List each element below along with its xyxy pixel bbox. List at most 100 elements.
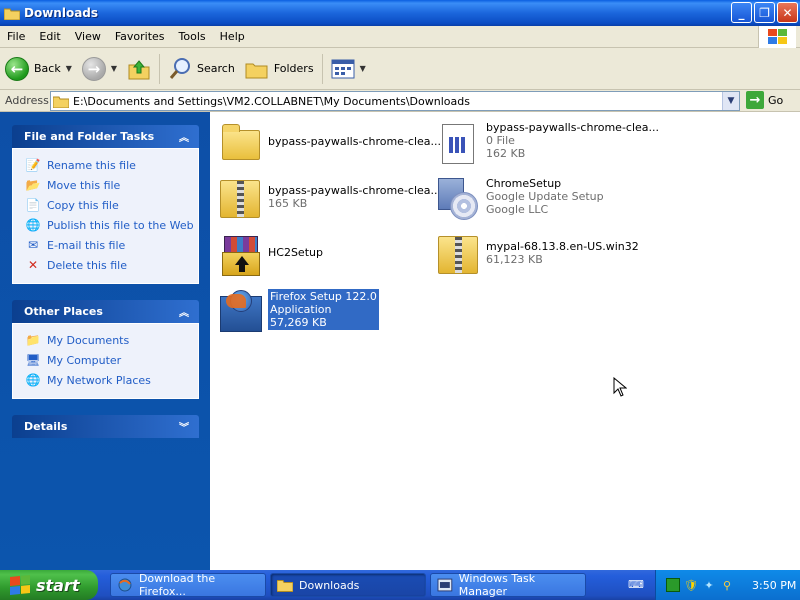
my-computer-icon: 🖥 xyxy=(25,353,41,367)
tray-search-icon[interactable]: ⚲ xyxy=(720,578,734,592)
chevron-down-icon[interactable]: ▼ xyxy=(111,64,117,73)
windows-flag-icon xyxy=(10,574,30,596)
start-button[interactable]: start xyxy=(0,570,98,600)
minimize-button[interactable]: _ xyxy=(731,2,752,23)
file-company: Google LLC xyxy=(486,203,549,216)
menu-file[interactable]: File xyxy=(0,30,32,43)
security-shield-icon[interactable]: 🛡 xyxy=(684,578,698,592)
back-button[interactable]: ← Back ▼ xyxy=(0,51,77,87)
task-label: Publish this file to the Web xyxy=(47,218,194,232)
file-item[interactable]: mypal-68.13.8.en-US.win32 61,123 KB xyxy=(434,230,639,278)
toolbar: ← Back ▼ → ▼ Search Folders ▼ xyxy=(0,48,800,90)
place-my-network[interactable]: 🌐 My Network Places xyxy=(25,370,198,390)
details-panel: Details ︾ xyxy=(12,415,199,438)
folders-icon xyxy=(245,63,268,78)
folder-icon xyxy=(216,120,264,168)
close-button[interactable]: ✕ xyxy=(777,2,798,23)
taskbar-button-firefox[interactable]: Download the Firefox... xyxy=(110,572,266,598)
chevron-down-icon[interactable]: ▼ xyxy=(66,64,72,73)
windows-logo-icon xyxy=(758,26,796,48)
task-label: Delete this file xyxy=(47,258,127,272)
taskbar-button-downloads[interactable]: Downloads xyxy=(270,573,426,597)
place-my-documents[interactable]: 📁 My Documents xyxy=(25,330,198,350)
menu-tools[interactable]: Tools xyxy=(172,30,213,43)
delete-x-icon: ✕ xyxy=(27,258,39,272)
task-copy[interactable]: 📄 Copy this file xyxy=(25,195,198,215)
forward-button[interactable]: → ▼ xyxy=(77,51,122,87)
taskbar-button-task-manager[interactable]: Windows Task Manager xyxy=(430,572,586,598)
window-title: Downloads xyxy=(24,6,99,20)
search-label: Search xyxy=(197,62,235,75)
file-name: mypal-68.13.8.en-US.win32 xyxy=(486,240,639,253)
other-places-header[interactable]: Other Places ︽ xyxy=(12,300,199,323)
file-item[interactable]: ChromeSetup Google Update Setup Google L… xyxy=(434,174,604,222)
back-label: Back xyxy=(34,62,61,75)
up-folder-button[interactable] xyxy=(122,51,156,87)
task-rename[interactable]: 📝 Rename this file xyxy=(25,155,198,175)
task-email[interactable]: ✉ E-mail this file xyxy=(25,235,198,255)
folders-button[interactable]: Folders xyxy=(240,51,319,87)
file-name: bypass-paywalls-chrome-clea... xyxy=(486,121,660,134)
file-size: 165 KB xyxy=(268,197,308,210)
file-item[interactable]: bypass-paywalls-chrome-clea... 165 KB xyxy=(216,174,441,222)
file-item[interactable]: bypass-paywalls-chrome-clea... xyxy=(216,120,441,168)
file-size: 162 KB xyxy=(486,147,526,160)
address-input[interactable]: E:\Documents and Settings\VM2.COLLABNET\… xyxy=(50,91,740,111)
file-type: Application xyxy=(270,303,332,316)
panel-title: Details xyxy=(24,420,68,433)
go-button[interactable]: → Go xyxy=(746,91,783,109)
menu-view[interactable]: View xyxy=(68,30,108,43)
menu-favorites[interactable]: Favorites xyxy=(108,30,172,43)
browser-icon xyxy=(118,578,132,592)
zip-folder-icon xyxy=(434,230,482,278)
views-button[interactable]: ▼ xyxy=(326,51,371,87)
winrar-archive-icon xyxy=(216,230,264,278)
details-header[interactable]: Details ︾ xyxy=(12,415,199,438)
task-delete[interactable]: ✕ Delete this file xyxy=(25,255,198,275)
other-places-panel: Other Places ︽ 📁 My Documents 🖥 My Compute… xyxy=(12,300,199,399)
system-tray: 🛡 ✦ ⚲ 3:50 PM xyxy=(655,570,800,600)
email-icon: ✉ xyxy=(27,238,39,252)
file-item[interactable]: HC2Setup xyxy=(216,230,323,278)
panel-title: File and Folder Tasks xyxy=(24,130,155,143)
file-size: 57,269 KB xyxy=(270,316,327,329)
task-publish[interactable]: 🌐 Publish this file to the Web xyxy=(25,215,198,235)
search-icon xyxy=(169,57,191,79)
collapse-icon[interactable]: ︽ xyxy=(176,129,192,145)
tray-tools-icon[interactable]: ✦ xyxy=(702,578,716,592)
network-status-icon[interactable] xyxy=(666,578,680,592)
maximize-button[interactable]: ❐ xyxy=(754,2,775,23)
my-documents-icon: 📁 xyxy=(25,333,41,347)
place-my-computer[interactable]: 🖥 My Computer xyxy=(25,350,198,370)
file-item[interactable]: bypass-paywalls-chrome-clea... 0 File 16… xyxy=(434,120,659,168)
zip-folder-icon xyxy=(216,174,264,222)
clock: 3:50 PM xyxy=(752,578,797,592)
folder-icon xyxy=(277,580,293,592)
expand-icon[interactable]: ︾ xyxy=(176,419,192,435)
start-label: start xyxy=(36,575,80,595)
mouse-cursor-icon xyxy=(613,377,627,397)
task-label: E-mail this file xyxy=(47,238,126,252)
file-item-selected[interactable]: Firefox Setup 122.0 Application 57,269 K… xyxy=(216,286,379,334)
collapse-icon[interactable]: ︽ xyxy=(176,304,192,320)
search-button[interactable]: Search xyxy=(163,51,240,87)
menu-help[interactable]: Help xyxy=(213,30,252,43)
chevron-down-icon[interactable]: ▼ xyxy=(722,92,739,110)
chevron-down-icon[interactable]: ▼ xyxy=(360,64,366,73)
task-pane: File and Folder Tasks ︽ 📝 Rename this fil… xyxy=(0,112,210,570)
file-list: bypass-paywalls-chrome-clea... bypass-pa… xyxy=(210,112,800,570)
copy-icon: 📄 xyxy=(25,198,41,212)
task-manager-icon xyxy=(437,578,453,592)
file-folder-tasks-header[interactable]: File and Folder Tasks ︽ xyxy=(12,125,199,148)
installer-cd-icon xyxy=(434,174,482,222)
firefox-installer-icon xyxy=(216,286,264,334)
keyboard-icon[interactable]: ⌨ xyxy=(628,578,644,591)
rename-icon: 📝 xyxy=(25,158,41,172)
back-arrow-icon: ← xyxy=(5,56,29,81)
menu-edit[interactable]: Edit xyxy=(32,30,67,43)
task-label: Move this file xyxy=(47,178,121,192)
file-type: 0 File xyxy=(486,134,515,147)
place-label: My Computer xyxy=(47,353,122,367)
task-move[interactable]: 📂 Move this file xyxy=(25,175,198,195)
task-label: Rename this file xyxy=(47,158,136,172)
